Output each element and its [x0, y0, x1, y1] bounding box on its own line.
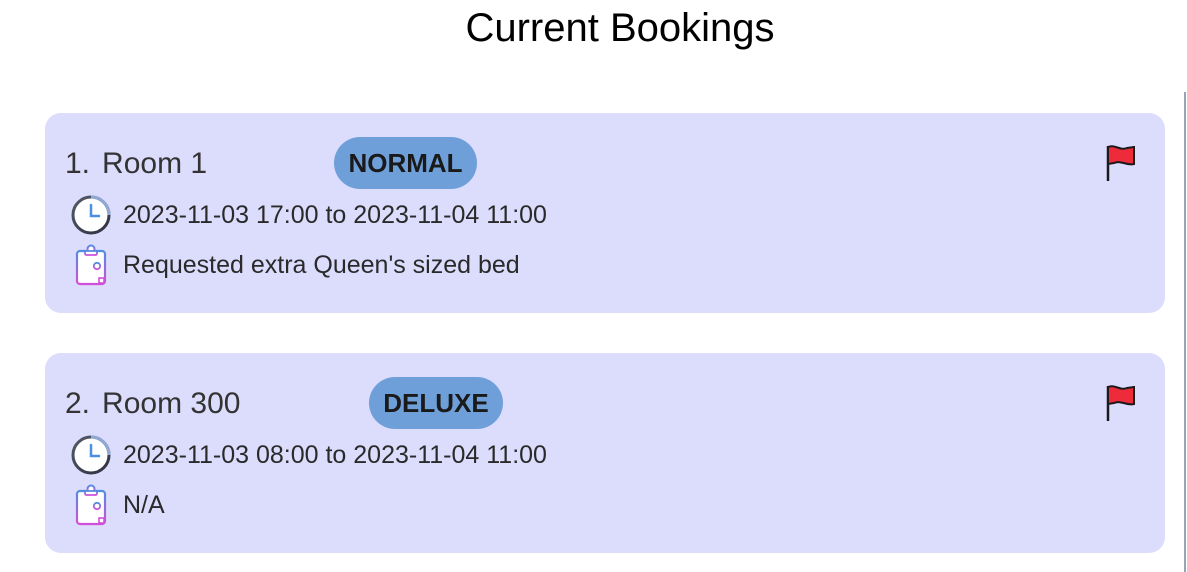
- booking-index: 1.: [65, 147, 91, 180]
- room-name: Room 1: [102, 147, 208, 180]
- clock-icon: [69, 433, 113, 477]
- room-heading: 2. Room 300: [65, 387, 240, 421]
- clock-icon: [69, 193, 113, 237]
- room-type-badge: NORMAL: [334, 137, 477, 189]
- vertical-scrollbar[interactable]: [1184, 92, 1186, 572]
- booking-remark-row: N/A: [69, 483, 165, 527]
- booking-index: 2.: [65, 387, 91, 420]
- booking-card[interactable]: 2. Room 300 DELUXE 2023-11-03 08:00 to 2…: [45, 353, 1165, 553]
- flag-icon[interactable]: [1103, 143, 1139, 183]
- booking-time-range: 2023-11-03 17:00 to 2023-11-04 11:00: [123, 200, 547, 229]
- booking-time-row: 2023-11-03 08:00 to 2023-11-04 11:00: [69, 435, 547, 475]
- clipboard-icon: [69, 243, 113, 287]
- booking-remark: N/A: [123, 490, 165, 519]
- booking-remark-row: Requested extra Queen's sized bed: [69, 243, 520, 287]
- room-heading: 1. Room 1: [65, 147, 207, 181]
- flag-icon[interactable]: [1103, 383, 1139, 423]
- booking-card[interactable]: 1. Room 1 NORMAL 2023-11-03 17:00 to 202…: [45, 113, 1165, 313]
- bookings-page: Current Bookings 1. Room 1 NORMAL 2023-1…: [0, 0, 1187, 572]
- booking-remark: Requested extra Queen's sized bed: [123, 250, 520, 279]
- room-name: Room 300: [102, 387, 241, 420]
- clipboard-icon: [69, 483, 113, 527]
- room-type-badge: DELUXE: [369, 377, 503, 429]
- page-title: Current Bookings: [465, 6, 775, 50]
- booking-time-range: 2023-11-03 08:00 to 2023-11-04 11:00: [123, 440, 547, 469]
- booking-time-row: 2023-11-03 17:00 to 2023-11-04 11:00: [69, 195, 547, 235]
